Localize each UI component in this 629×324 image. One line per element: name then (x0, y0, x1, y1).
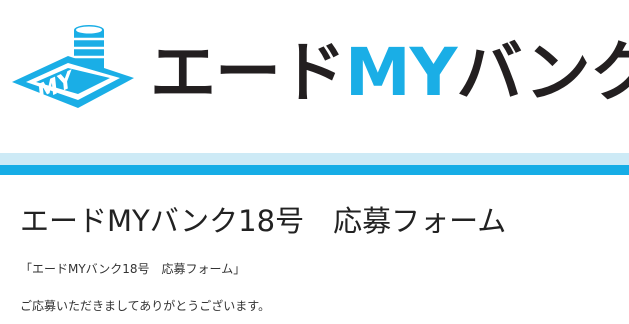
logo-text-part2: MY (345, 34, 457, 111)
header-divider-blue (0, 165, 629, 175)
page: MY エードMYバンク エードMYバンク18号 応募フォーム 「エードMYバンク… (0, 0, 629, 324)
page-title: エードMYバンク18号 応募フォーム (20, 204, 507, 238)
main-content: エードMYバンク18号 応募フォーム 「エードMYバンク18号 応募フォーム」 … (0, 175, 629, 324)
logo-text-part3: バンク (456, 34, 629, 111)
site-header: MY エードMYバンク (0, 0, 629, 153)
thank-you-message: ご応募いただきましてありがとうございます。 (20, 299, 271, 313)
logo-text-part1: エード (150, 34, 346, 111)
header-divider-light (0, 153, 629, 165)
form-name-text: 「エードMYバンク18号 応募フォーム」 (20, 262, 246, 276)
brand-logo-text: エードMYバンク (150, 28, 629, 118)
coin-stack-icon: MY (12, 25, 134, 108)
